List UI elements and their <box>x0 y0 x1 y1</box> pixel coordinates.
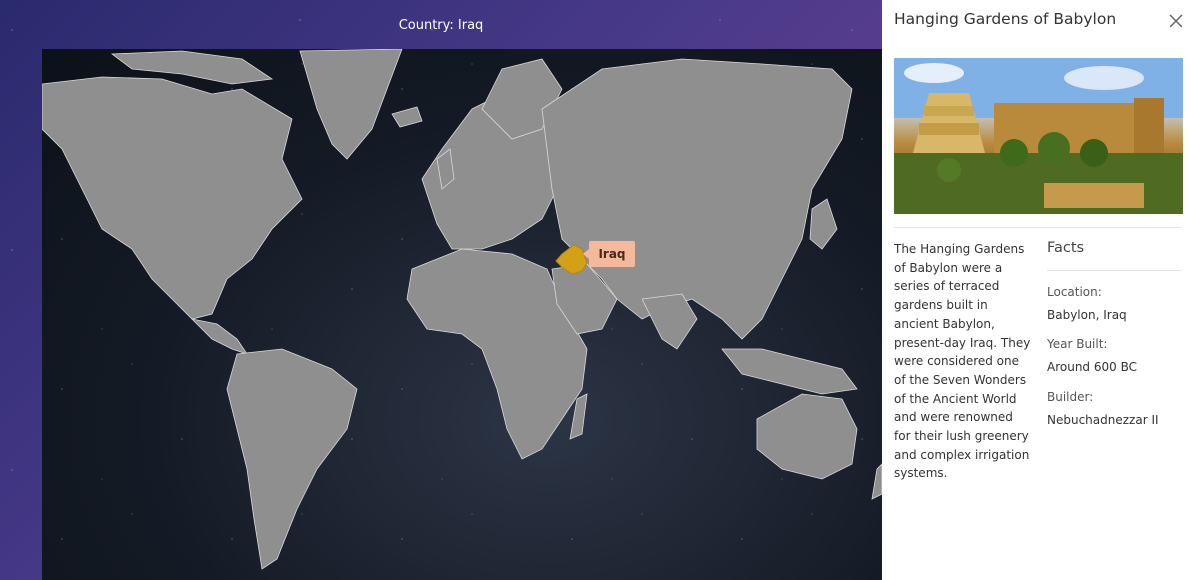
country-tooltip: Iraq <box>583 241 635 267</box>
japan[interactable] <box>809 198 838 250</box>
fact-label-builder: Builder: <box>1047 390 1094 404</box>
fact-label-year: Year Built: <box>1047 337 1108 351</box>
fact-value-year: Around 600 BC <box>1047 360 1137 374</box>
australia[interactable] <box>756 393 858 480</box>
wonder-image <box>894 58 1183 214</box>
close-icon[interactable] <box>1167 12 1185 30</box>
greenland[interactable] <box>299 49 403 160</box>
facts-divider <box>1047 270 1181 271</box>
fact-value-location: Babylon, Iraq <box>1047 308 1127 322</box>
map-header: Country: Iraq <box>398 17 484 33</box>
southeast-asia[interactable] <box>721 348 858 395</box>
facts-title: Facts <box>1047 240 1085 256</box>
north-america[interactable] <box>42 76 303 320</box>
fact-label-location: Location: <box>1047 285 1102 299</box>
info-panel: Hanging Gardens of Babylon The Hanging G… <box>882 0 1191 580</box>
india[interactable] <box>641 293 698 350</box>
central-america[interactable] <box>190 318 248 355</box>
wonder-description: The Hanging Gardens of Babylon were a se… <box>894 242 1031 481</box>
iceland[interactable] <box>391 106 423 128</box>
south-america[interactable] <box>226 348 358 570</box>
panel-title: Hanging Gardens of Babylon <box>894 10 1117 28</box>
fact-value-builder: Nebuchadnezzar II <box>1047 413 1159 427</box>
panel-divider <box>894 227 1181 228</box>
world-map-svg[interactable] <box>42 49 882 580</box>
new-zealand[interactable] <box>871 463 882 500</box>
world-map[interactable] <box>42 49 882 580</box>
